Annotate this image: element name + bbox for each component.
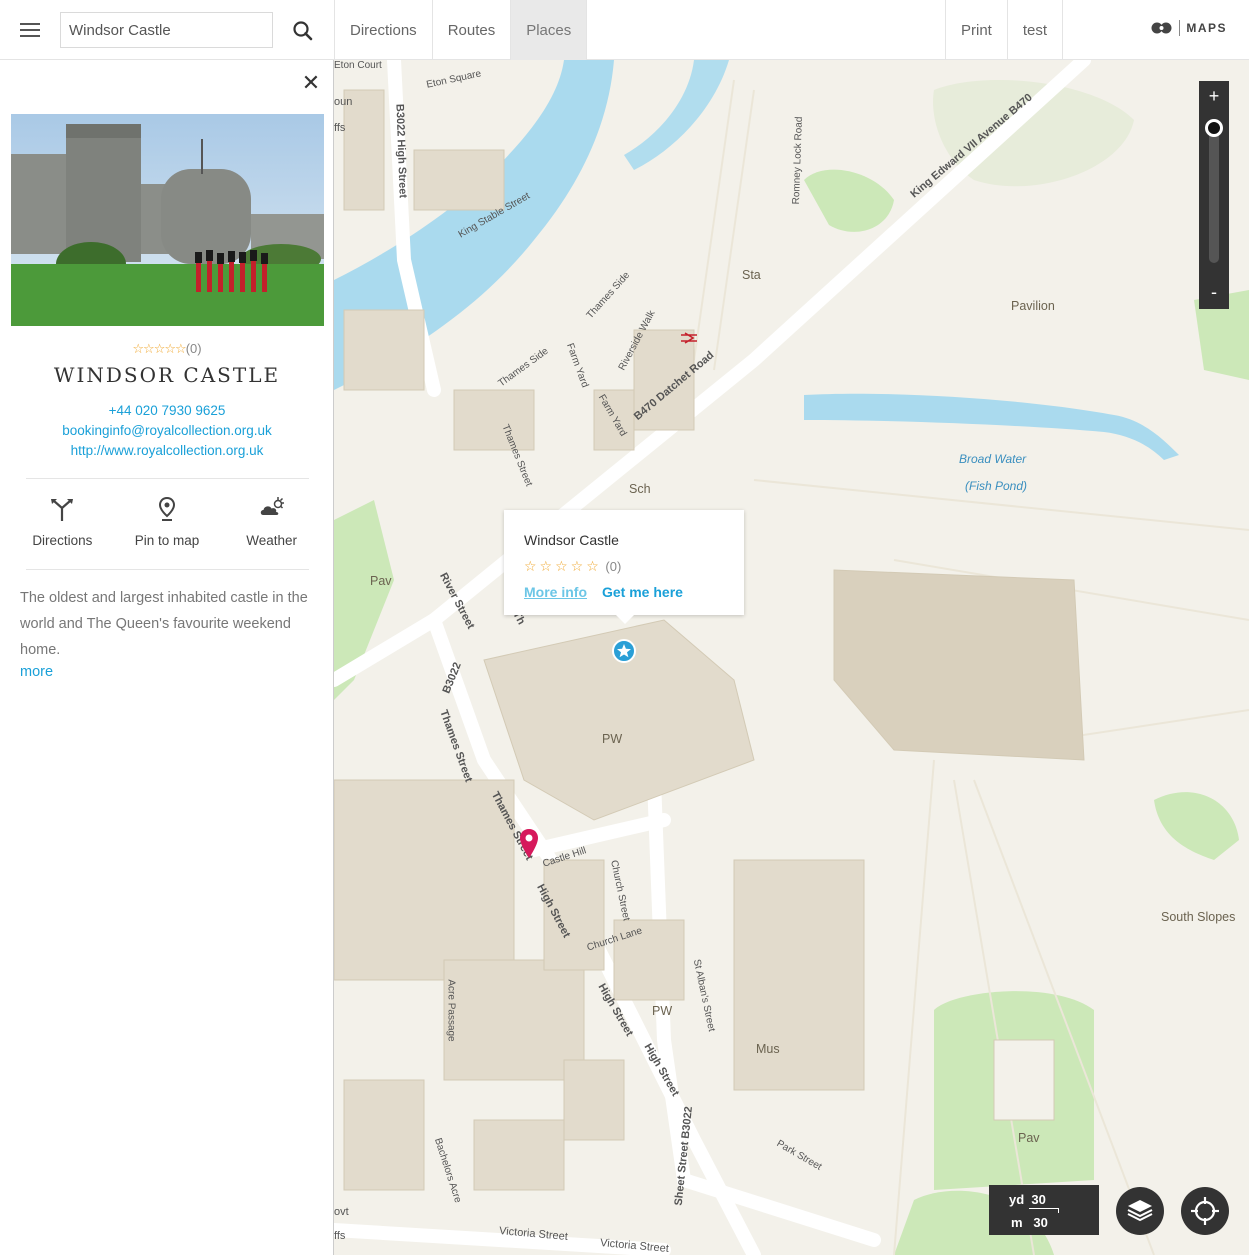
map-canvas[interactable]: Sta Pavilion Broad Water (Fish Pond) Sch… [334, 60, 1249, 1255]
os-logo-icon [1151, 22, 1172, 34]
weather-button[interactable]: Weather [222, 495, 322, 548]
email-link[interactable]: bookinginfo@royalcollection.org.uk [0, 421, 334, 441]
place-marker-star-icon[interactable] [612, 639, 636, 663]
zoom-out-button[interactable]: - [1199, 277, 1229, 309]
menu-icon[interactable] [10, 14, 50, 46]
main-nav: Directions Routes Places [334, 0, 588, 60]
layers-icon [1127, 1200, 1153, 1222]
popup-rating-stars[interactable]: ☆☆☆☆☆ [524, 558, 602, 574]
pin-icon [158, 496, 175, 521]
print-button[interactable]: Print [945, 0, 1007, 60]
rail-station-icon [681, 332, 697, 344]
map-label-pw: PW [652, 1004, 673, 1018]
search-icon [293, 21, 313, 41]
weather-icon [260, 497, 284, 515]
place-photo [11, 114, 324, 326]
scale-bar: yd 30 m 30 [989, 1185, 1099, 1235]
map-label-sch: Sch [629, 482, 651, 496]
user-menu[interactable]: test [1006, 0, 1064, 60]
place-panel: ✕ ☆☆☆☆☆(0) WINDSOR CASTLE +44 020 7930 9… [0, 60, 334, 1255]
pin-label: Pin to map [134, 533, 200, 548]
map-label-pav: Pav [1018, 1131, 1040, 1145]
tab-routes[interactable]: Routes [431, 0, 511, 60]
map-label-fragment: ffs [334, 122, 346, 134]
brand-logo[interactable]: MAPS [1151, 20, 1227, 36]
layers-button[interactable] [1116, 1187, 1164, 1235]
place-description: The oldest and largest inhabited castle … [20, 590, 308, 658]
map-label-acre-passage: Acre Passage [445, 979, 457, 1042]
rating-stars[interactable]: ☆☆☆☆☆ [132, 341, 186, 356]
place-title: WINDSOR CASTLE [53, 363, 281, 387]
scale-yards: yd 30 [1009, 1192, 1046, 1207]
zoom-in-button[interactable]: + [1199, 81, 1229, 113]
map-label-mus: Mus [756, 1042, 780, 1056]
phone-link[interactable]: +44 020 7930 9625 [0, 401, 334, 421]
scale-metres: m 30 [1011, 1215, 1048, 1230]
close-icon[interactable]: ✕ [298, 70, 324, 96]
more-link[interactable]: more [20, 664, 53, 680]
pin-to-map-button[interactable]: Pin to map [117, 495, 217, 548]
place-contact: +44 020 7930 9625 bookinginfo@royalcolle… [0, 401, 334, 461]
locate-me-button[interactable] [1181, 1187, 1229, 1235]
directions-icon [51, 499, 74, 521]
map-label-fragment: oun [334, 96, 353, 108]
crosshair-icon [1191, 1197, 1219, 1225]
popup-rating: ☆☆☆☆☆ (0) [524, 558, 621, 575]
tab-places[interactable]: Places [510, 0, 588, 60]
zoom-slider-handle[interactable] [1205, 119, 1223, 137]
map-label-fish-pond: (Fish Pond) [965, 479, 1028, 493]
rating-count: (0) [185, 341, 202, 356]
zoom-slider-track[interactable] [1209, 119, 1219, 263]
map-label-pavilion: Pavilion [1011, 299, 1055, 313]
search-button[interactable] [286, 14, 320, 48]
place-rating: ☆☆☆☆☆(0) [0, 341, 334, 357]
search-input[interactable] [60, 12, 273, 48]
weather-label: Weather [246, 533, 298, 548]
directions-button[interactable]: Directions [12, 495, 112, 548]
more-info-link[interactable]: More info [524, 584, 587, 600]
map-label-pw: PW [602, 732, 623, 746]
directions-label: Directions [32, 533, 93, 548]
map-label-eton-court: Eton Court [334, 60, 382, 71]
secondary-nav: Print test [945, 0, 1064, 60]
divider [26, 478, 309, 479]
popup-rating-count: (0) [605, 559, 622, 574]
get-me-here-link[interactable]: Get me here [602, 584, 683, 600]
map-label-broad-water: Broad Water [959, 452, 1027, 466]
map-base [334, 60, 1249, 1255]
map-label-pav: Pav [370, 574, 392, 588]
tab-directions[interactable]: Directions [334, 0, 432, 60]
map-pin-icon[interactable] [518, 828, 540, 860]
top-bar: Directions Routes Places Print test MAPS [0, 0, 1249, 60]
brand-name: MAPS [1186, 21, 1227, 35]
website-link[interactable]: http://www.royalcollection.org.uk [0, 441, 334, 461]
map-label-south-slopes: South Slopes [1161, 910, 1236, 924]
place-actions: Directions Pin to map Weather [10, 495, 324, 548]
zoom-control: + - [1199, 81, 1229, 309]
map-label-fragment: ovt [334, 1206, 349, 1218]
scale-line [1029, 1208, 1059, 1213]
place-popup: Windsor Castle ☆☆☆☆☆ (0) More info Get m… [504, 510, 744, 624]
map-label-sta: Sta [742, 268, 761, 282]
divider [26, 569, 309, 570]
map-label-fragment: ffs [334, 1230, 346, 1242]
popup-title: Windsor Castle [524, 532, 619, 548]
